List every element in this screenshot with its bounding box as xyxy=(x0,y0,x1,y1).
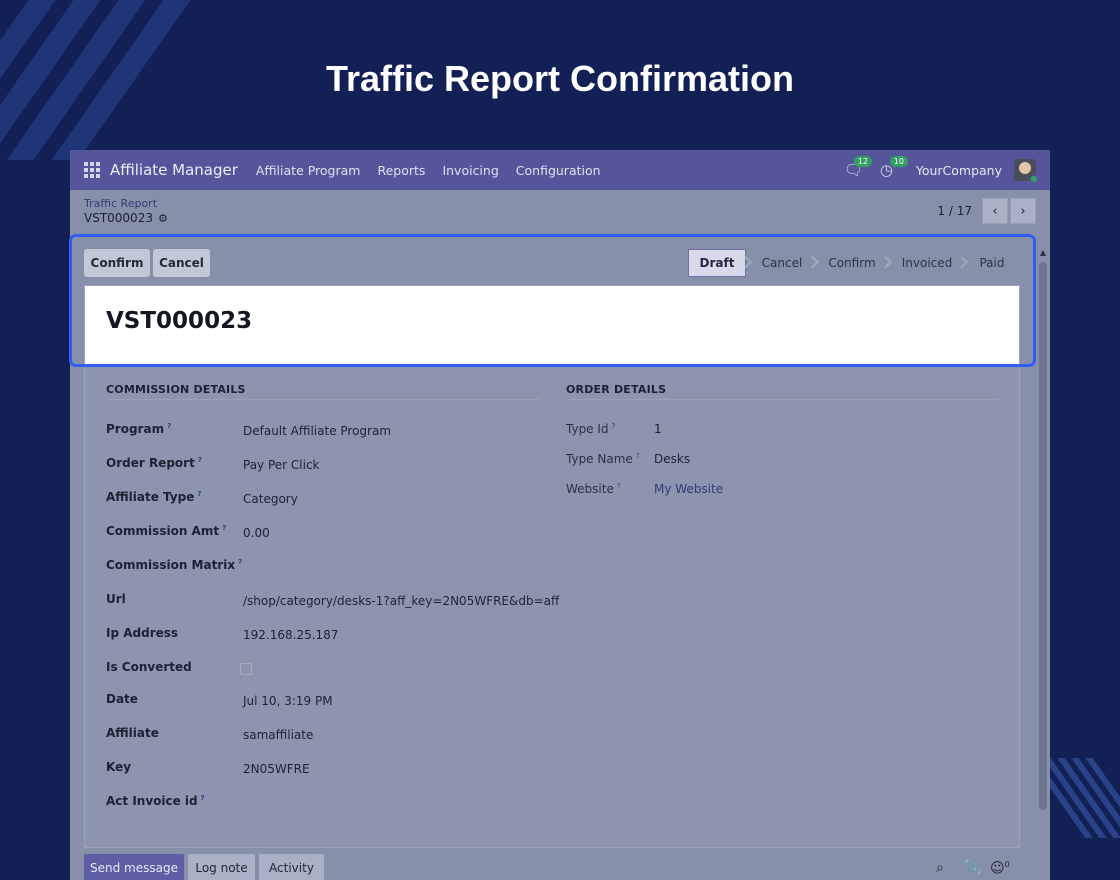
scroll-thumb[interactable] xyxy=(1039,262,1047,810)
activity-button[interactable]: Activity xyxy=(259,854,324,880)
paperclip-icon[interactable]: 📎 xyxy=(964,860,981,876)
commission-amt-label: Commission Amt? xyxy=(106,524,227,538)
affiliate-field[interactable]: samaffiliate xyxy=(243,728,313,742)
search-icon[interactable]: ⌕ xyxy=(936,860,944,876)
affiliate-type-label: Affiliate Type? xyxy=(106,490,202,504)
program-field[interactable]: Default Affiliate Program xyxy=(243,424,391,438)
gear-icon[interactable]: ⚙ xyxy=(158,212,168,225)
commission-details-heading: COMMISSION DETAILS xyxy=(106,383,246,396)
ip-address-label: Ip Address xyxy=(106,626,179,640)
messages-button[interactable]: 🗨 12 xyxy=(844,156,873,180)
affiliate-type-field[interactable]: Category xyxy=(243,492,298,506)
followers-button[interactable]: ☺0 xyxy=(990,860,1010,877)
order-details-heading: ORDER DETAILS xyxy=(566,383,667,396)
program-label: Program? xyxy=(106,422,172,436)
commission-amt-field[interactable]: 0.00 xyxy=(243,526,270,540)
user-avatar[interactable] xyxy=(1014,159,1038,183)
scroll-up-icon[interactable]: ▲ xyxy=(1038,248,1048,258)
pager-value[interactable]: 1 / 17 xyxy=(937,204,972,218)
menu-invoicing[interactable]: Invoicing xyxy=(442,163,498,178)
menu-reports[interactable]: Reports xyxy=(377,163,425,178)
key-label: Key xyxy=(106,760,132,774)
chatter-bar: Send message Log note Activity ⌕ 📎 ☺0 xyxy=(84,854,1044,880)
user-icon: ☺ xyxy=(990,860,1005,877)
website-link[interactable]: My Website xyxy=(654,482,723,496)
breadcrumb-traffic-report[interactable]: Traffic Report xyxy=(84,197,157,210)
date-field[interactable]: Jul 10, 3:19 PM xyxy=(243,694,333,708)
highlight-frame xyxy=(69,234,1036,367)
pager: 1 / 17 ‹ › xyxy=(937,198,1036,224)
order-report-label: Order Report? xyxy=(106,456,202,470)
affiliate-label: Affiliate xyxy=(106,726,159,740)
type-id-field[interactable]: 1 xyxy=(654,422,662,436)
breadcrumb-current: VST000023 ⚙ xyxy=(84,211,168,225)
activities-button[interactable]: ◷ 10 xyxy=(880,156,909,180)
messages-badge: 12 xyxy=(853,156,873,167)
type-name-label: Type Name? xyxy=(566,452,640,466)
form-sheet: VST000023 COMMISSION DETAILS ORDER DETAI… xyxy=(84,285,1020,848)
control-panel: Traffic Report VST000023 ⚙ 1 / 17 ‹ › xyxy=(70,190,1050,236)
form-scrollbar[interactable]: ▲ xyxy=(1038,248,1048,880)
key-field[interactable]: 2N05WFRE xyxy=(243,762,310,776)
followers-count: 0 xyxy=(1004,860,1010,869)
activities-badge: 10 xyxy=(889,156,909,167)
is-converted-label: Is Converted xyxy=(106,660,192,674)
app-brand[interactable]: Affiliate Manager xyxy=(110,161,238,179)
type-name-field[interactable]: Desks xyxy=(654,452,690,466)
apps-menu-icon[interactable] xyxy=(84,162,100,178)
decorative-stripes-bottom-right xyxy=(1050,758,1120,838)
send-message-button[interactable]: Send message xyxy=(84,854,184,880)
date-label: Date xyxy=(106,692,138,706)
divider xyxy=(566,399,998,400)
menu-affiliate-program[interactable]: Affiliate Program xyxy=(256,163,361,178)
pager-previous-button[interactable]: ‹ xyxy=(982,198,1008,224)
url-field[interactable]: /shop/category/desks-1?aff_key=2N05WFRE&… xyxy=(243,594,559,608)
menu-configuration[interactable]: Configuration xyxy=(516,163,601,178)
page-headline: Traffic Report Confirmation xyxy=(325,58,795,99)
website-label: Website? xyxy=(566,482,621,496)
record-name: VST000023 xyxy=(84,211,153,225)
company-switcher[interactable]: YourCompany xyxy=(916,163,1002,178)
pager-next-button[interactable]: › xyxy=(1010,198,1036,224)
top-navbar: Affiliate Manager Affiliate Program Repo… xyxy=(70,150,1050,190)
act-invoice-id-label: Act Invoice id? xyxy=(106,794,205,808)
divider xyxy=(106,399,540,400)
order-report-field[interactable]: Pay Per Click xyxy=(243,458,320,472)
url-label: Url xyxy=(106,592,126,606)
commission-matrix-label: Commission Matrix? xyxy=(106,558,243,572)
is-converted-checkbox[interactable] xyxy=(240,663,252,675)
log-note-button[interactable]: Log note xyxy=(188,854,255,880)
type-id-label: Type Id? xyxy=(566,422,616,436)
ip-address-field[interactable]: 192.168.25.187 xyxy=(243,628,338,642)
